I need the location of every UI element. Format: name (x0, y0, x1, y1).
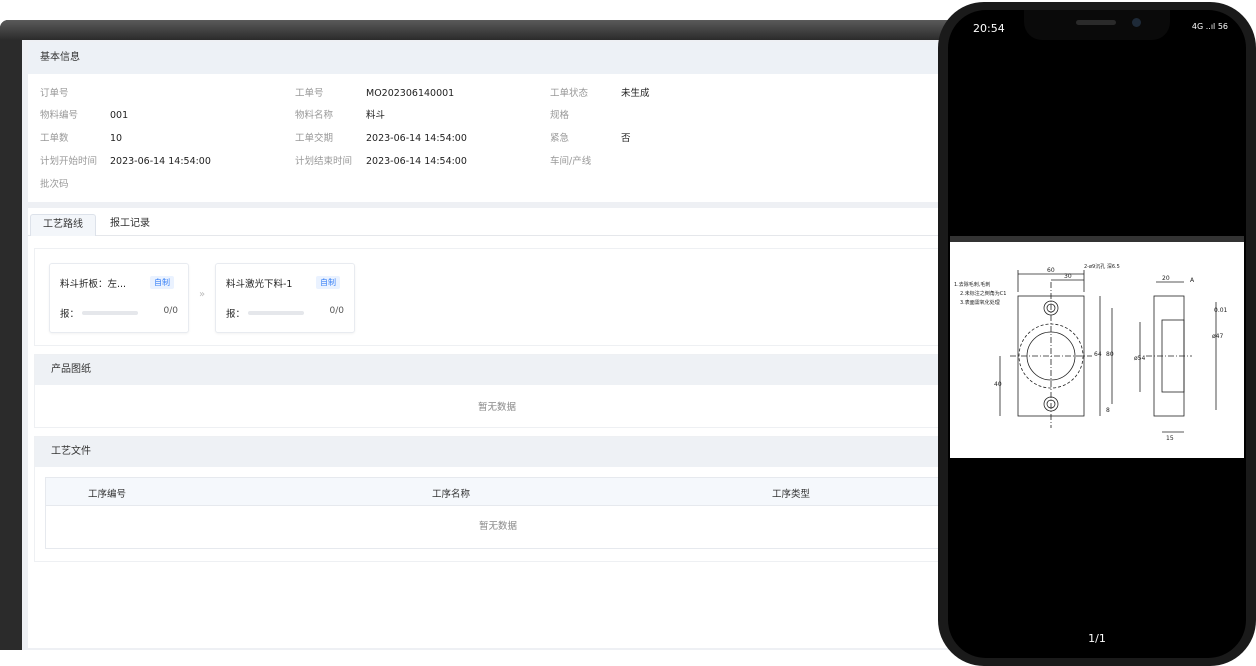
drawing-note: 3.表面需氧化处理 (960, 299, 1000, 306)
drawing-dim: 64 (1094, 351, 1102, 358)
app-screen: 基本信息 订单号 工单号 MO202306140001 工单状态 未生成 物料编… (22, 40, 960, 650)
drawing-callout: 2-ø9沉孔 深6.5 (1084, 263, 1120, 270)
technical-drawing-icon: 1.去除毛刺,毛刺 2.未标注之倒角为C1 3.表面需氧化处理 2-ø9沉孔 深… (950, 242, 1244, 458)
basic-info-panel: 基本信息 订单号 工单号 MO202306140001 工单状态 未生成 物料编… (28, 42, 960, 202)
process-files-empty: 暂无数据 (478, 521, 517, 532)
field-value: 2023-06-14 14:54:00 (366, 156, 467, 167)
field-label: 物料编号 (40, 110, 79, 121)
drawing-dim: 15 (1166, 435, 1174, 442)
column-header: 工序类型 (772, 489, 811, 500)
field-value: 未生成 (621, 88, 650, 99)
column-header: 工序编号 (88, 489, 127, 500)
drawing-note: 1.去除毛刺,毛刺 (954, 281, 990, 288)
status-time: 20:54 (973, 22, 1005, 35)
route-card[interactable]: 料斗折板：左... 自制 报： 0/0 (49, 263, 189, 333)
route-card-count: 0/0 (329, 306, 344, 316)
column-header: 工序名称 (432, 489, 471, 500)
process-route-panel: 料斗折板：左... 自制 报： 0/0 » 料斗激光下料-1 自制 报： 0/0 (34, 248, 960, 346)
product-drawing-section: 产品图纸 暂无数据 (34, 354, 960, 428)
drawing-dim: 80 (1106, 351, 1114, 358)
field-value: 10 (110, 133, 123, 144)
route-card-count: 0/0 (163, 306, 178, 316)
status-icons: 4G ..ıl 56 (1191, 22, 1228, 31)
route-card-progress-bar (248, 311, 304, 315)
phone-notch (1024, 10, 1170, 40)
field-value: 2023-06-14 14:54:00 (110, 156, 211, 167)
field-value: 001 (110, 110, 129, 121)
field-value: 料斗 (366, 110, 386, 121)
table-header: 工序编号 工序名称 工序类型 (46, 478, 950, 506)
field-label: 工单状态 (550, 88, 589, 99)
field-label: 工单数 (40, 133, 69, 144)
laptop-bezel (0, 20, 960, 40)
route-card-tag: 自制 (316, 276, 340, 289)
route-card-report-label: 报： (60, 309, 80, 320)
process-files-table: 工序编号 工序名称 工序类型 暂无数据 (45, 477, 951, 549)
basic-info-grid: 订单号 工单号 MO202306140001 工单状态 未生成 物料编号 001… (28, 74, 960, 202)
field-value: 2023-06-14 14:54:00 (366, 133, 467, 144)
field-label: 工单号 (295, 88, 324, 99)
tab-process-route[interactable]: 工艺路线 (30, 214, 96, 236)
field-label: 批次码 (40, 179, 69, 190)
route-card-title: 料斗折板：左... (60, 279, 127, 290)
product-drawing-title: 产品图纸 (35, 355, 959, 385)
field-value: 否 (621, 133, 631, 144)
drawing-note: 2.未标注之倒角为C1 (960, 290, 1006, 297)
page-indicator: 1/1 (1088, 632, 1106, 645)
process-files-title: 工艺文件 (35, 437, 959, 467)
drawing-dim: ø47 (1212, 333, 1223, 340)
drawing-dim: 40 (994, 381, 1002, 388)
route-arrow-icon: » (199, 289, 206, 300)
speaker-icon (1076, 20, 1116, 25)
field-label: 计划结束时间 (295, 156, 353, 167)
field-label: 车间/产线 (550, 156, 592, 167)
field-label: 紧急 (550, 133, 570, 144)
camera-icon (1132, 18, 1141, 27)
drawing-dim: 60 (1047, 267, 1055, 274)
drawing-dim: ø54 (1134, 355, 1145, 362)
route-card-progress-bar (82, 311, 138, 315)
route-card-report-label: 报： (226, 309, 246, 320)
field-label: 规格 (550, 110, 570, 121)
phone-screen: 20:54 4G ..ıl 56 1.去除毛刺,毛刺 2.未标注之倒角为C1 3… (948, 10, 1246, 658)
tab-bar: 工艺路线 报工记录 (28, 208, 960, 236)
field-value: MO202306140001 (366, 88, 455, 99)
drawing-preview[interactable]: 1.去除毛刺,毛刺 2.未标注之倒角为C1 3.表面需氧化处理 2-ø9沉孔 深… (950, 236, 1244, 458)
field-label: 订单号 (40, 88, 69, 99)
route-card-title: 料斗激光下料-1 (226, 279, 293, 290)
route-card[interactable]: 料斗激光下料-1 自制 报： 0/0 (215, 263, 355, 333)
drawing-dim: 8 (1106, 407, 1110, 414)
drawing-dim: 20 (1162, 275, 1170, 282)
drawing-dim: 0.01 (1214, 307, 1228, 314)
field-label: 工单交期 (295, 133, 334, 144)
route-card-tag: 自制 (150, 276, 174, 289)
detail-tabs-area: 工艺路线 报工记录 料斗折板：左... 自制 报： 0/0 » 料斗激光下料-1… (28, 208, 960, 648)
drawing-dim: 30 (1064, 273, 1072, 280)
field-label: 计划开始时间 (40, 156, 98, 167)
phone-frame: 20:54 4G ..ıl 56 1.去除毛刺,毛刺 2.未标注之倒角为C1 3… (938, 2, 1256, 666)
tab-report-records[interactable]: 报工记录 (98, 214, 162, 236)
product-drawing-empty: 暂无数据 (477, 402, 516, 413)
process-files-section: 工艺文件 工序编号 工序名称 工序类型 暂无数据 (34, 436, 960, 562)
laptop-frame: 基本信息 订单号 工单号 MO202306140001 工单状态 未生成 物料编… (0, 20, 960, 650)
basic-info-title: 基本信息 (28, 42, 960, 74)
field-label: 物料名称 (295, 110, 334, 121)
